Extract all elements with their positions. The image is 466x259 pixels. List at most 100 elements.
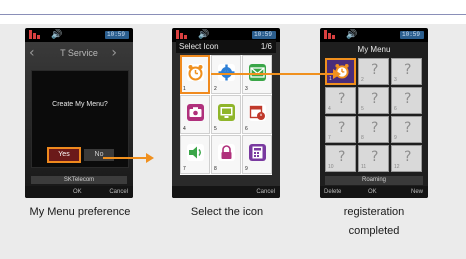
icon-cell-7[interactable]: 7: [180, 135, 210, 174]
carrier-label: SKTelecom: [31, 176, 127, 184]
alarm-clock-icon: [187, 64, 204, 81]
battery-icon: 10:59: [105, 31, 129, 39]
icon-number: 2: [214, 86, 217, 92]
sound-icon: 🔊: [346, 30, 358, 40]
empty-slot-icon: ?: [371, 91, 379, 107]
slot-number: 6: [394, 106, 397, 112]
confirm-dialog: Create My Menu? Yes No: [31, 70, 129, 168]
icon-cell-6[interactable]: 6: [242, 95, 272, 134]
sound-icon: 🔊: [51, 30, 63, 40]
empty-slot-icon: ?: [338, 149, 346, 165]
softkey-delete[interactable]: Delete: [324, 189, 341, 195]
icon-cell-1[interactable]: 1: [180, 55, 210, 94]
softkey-new[interactable]: New: [411, 189, 423, 195]
softkey-bar: Cancel: [172, 186, 280, 198]
arrow-head-icon: [333, 69, 341, 79]
empty-slot-icon: ?: [338, 91, 346, 107]
icon-number: 4: [183, 126, 186, 132]
lock-icon: [218, 144, 235, 161]
slot-number: 8: [361, 135, 364, 141]
signal-icon: [29, 30, 40, 39]
header-divider: [0, 14, 466, 15]
status-time: 10:59: [107, 31, 126, 38]
monitor-icon: [218, 104, 235, 121]
icon-cell-8[interactable]: 8: [211, 135, 241, 174]
icon-number: 6: [245, 126, 248, 132]
icon-cell-9[interactable]: 9: [242, 135, 272, 174]
softkey-ok[interactable]: OK: [368, 189, 377, 195]
icon-cell-5[interactable]: 5: [211, 95, 241, 134]
menu-slot-7[interactable]: ? 7: [325, 116, 356, 143]
phone-screen-my-menu: 🔊 10:59 My Menu 1 ? 2 ? 3 ? 4 ? 5 ? 6 ? 7 ? 8 ?…: [320, 28, 428, 198]
icon-number: 5: [214, 126, 217, 132]
slot-number: 2: [361, 77, 364, 83]
status-time: 10:59: [402, 31, 421, 38]
slot-number: 12: [394, 164, 400, 170]
slot-number: 1: [329, 76, 332, 82]
slot-number: 5: [361, 106, 364, 112]
popup-header: Select Icon 1/6: [176, 40, 276, 53]
caption-step-3-line-2: completed: [348, 225, 400, 237]
menu-slot-5[interactable]: ? 5: [358, 87, 389, 114]
softkey-bar: Delete OK New: [320, 186, 428, 198]
no-button[interactable]: No: [84, 149, 114, 161]
empty-slot-icon: ?: [404, 62, 412, 78]
softkey-bar: OK Cancel: [25, 186, 133, 198]
calendar-clock-icon: [249, 104, 266, 121]
arrow-head-icon: [146, 153, 154, 163]
softkey-ok[interactable]: OK: [73, 189, 82, 195]
icon-number: 7: [183, 166, 186, 172]
signal-icon: [176, 30, 187, 39]
phone-screen-select-icon: 🔊 10:59 Select Icon 1/6 1 2 3 4 5 6 7 8 …: [172, 28, 280, 198]
menu-slot-8[interactable]: ? 8: [358, 116, 389, 143]
menu-slot-11[interactable]: ? 11: [358, 145, 389, 172]
status-bar: 🔊 10:59: [320, 28, 428, 42]
menu-slot-12[interactable]: ? 12: [391, 145, 422, 172]
menu-slot-4[interactable]: ? 4: [325, 87, 356, 114]
icon-number: 3: [245, 86, 248, 92]
empty-slot-icon: ?: [371, 149, 379, 165]
empty-slot-icon: ?: [338, 120, 346, 136]
slot-number: 4: [328, 106, 331, 112]
page-indicator: 1/6: [260, 42, 272, 51]
battery-icon: 10:59: [400, 31, 424, 39]
screen-title: My Menu: [357, 45, 391, 54]
empty-slot-icon: ?: [404, 120, 412, 136]
caption-step-2: Select the icon: [190, 206, 264, 218]
empty-slot-icon: ?: [371, 120, 379, 136]
softkey-cancel[interactable]: Cancel: [109, 189, 128, 195]
phone-screen-my-menu-preference: 🔊 10:59 ‹ T Service › Create My Menu? Ye…: [25, 28, 133, 198]
icon-number: 1: [183, 86, 186, 92]
status-bar: 🔊 10:59: [25, 28, 133, 42]
speaker-icon: [187, 144, 204, 161]
roaming-label: Roaming: [325, 176, 423, 185]
step-arrow-2: [211, 73, 335, 75]
caption-step-1: My Menu preference: [29, 206, 131, 218]
icon-cell-4[interactable]: 4: [180, 95, 210, 134]
battery-icon: 10:59: [252, 31, 276, 39]
menu-slot-2[interactable]: ? 2: [358, 58, 389, 85]
right-arrow-icon[interactable]: ›: [111, 45, 117, 61]
caption-step-3-line-1: registeration: [343, 206, 405, 218]
step-arrow-1: [103, 157, 147, 159]
status-time: 10:59: [254, 31, 273, 38]
slot-number: 9: [394, 135, 397, 141]
icon-number: 8: [214, 166, 217, 172]
empty-slot-icon: ?: [404, 149, 412, 165]
yes-button[interactable]: Yes: [47, 147, 81, 163]
softkey-cancel[interactable]: Cancel: [256, 189, 275, 195]
popup-title: Select Icon: [179, 42, 219, 51]
empty-slot-icon: ?: [404, 91, 412, 107]
menu-slot-3[interactable]: ? 3: [391, 58, 422, 85]
menu-slot-6[interactable]: ? 6: [391, 87, 422, 114]
menu-slot-10[interactable]: ? 10: [325, 145, 356, 172]
sound-icon: 🔊: [198, 30, 210, 40]
camera-icon: [187, 104, 204, 121]
empty-slot-icon: ?: [371, 62, 379, 78]
signal-icon: [324, 30, 335, 39]
slot-number: 11: [361, 164, 367, 170]
menu-slot-9[interactable]: ? 9: [391, 116, 422, 143]
calculator-icon: [249, 144, 266, 161]
dialog-question: Create My Menu?: [52, 101, 108, 108]
slot-number: 7: [328, 135, 331, 141]
